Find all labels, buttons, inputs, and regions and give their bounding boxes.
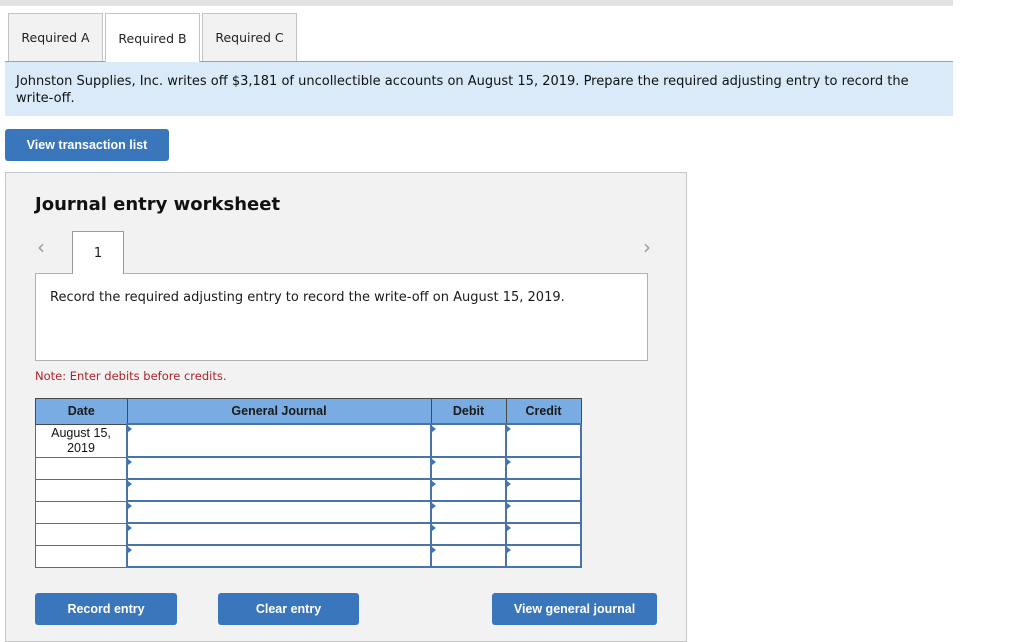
account-input[interactable] bbox=[128, 502, 430, 522]
debit-input[interactable] bbox=[432, 480, 505, 500]
debit-input[interactable] bbox=[432, 502, 505, 522]
debit-cell[interactable] bbox=[430, 522, 507, 546]
journal-entry-worksheet: Journal entry worksheet ‹ 1 › Record the… bbox=[5, 172, 687, 642]
dropdown-marker-icon bbox=[128, 426, 132, 432]
dropdown-marker-icon bbox=[128, 459, 132, 465]
dropdown-marker-icon bbox=[128, 481, 132, 487]
credit-cell[interactable] bbox=[505, 522, 582, 546]
dropdown-marker-icon bbox=[507, 459, 511, 465]
account-cell[interactable] bbox=[126, 500, 432, 524]
debit-cell[interactable] bbox=[430, 423, 507, 458]
account-input[interactable] bbox=[128, 458, 430, 478]
date-cell: August 15, 2019 bbox=[35, 423, 128, 458]
record-entry-button[interactable]: Record entry bbox=[35, 593, 177, 625]
account-cell[interactable] bbox=[126, 478, 432, 502]
credit-cell[interactable] bbox=[505, 478, 582, 502]
account-input[interactable] bbox=[128, 480, 430, 500]
credit-cell[interactable] bbox=[505, 456, 582, 480]
date-cell bbox=[35, 456, 128, 480]
credit-input[interactable] bbox=[507, 524, 580, 544]
account-input[interactable] bbox=[128, 524, 430, 544]
table-row bbox=[35, 522, 582, 546]
dropdown-marker-icon bbox=[432, 547, 436, 553]
dropdown-marker-icon bbox=[432, 503, 436, 509]
debit-input[interactable] bbox=[432, 458, 505, 478]
tab-required-b[interactable]: Required B bbox=[105, 13, 200, 62]
table-row bbox=[35, 544, 582, 568]
date-cell bbox=[35, 478, 128, 502]
account-input[interactable] bbox=[128, 546, 430, 566]
header-debit: Debit bbox=[430, 398, 507, 425]
credit-input[interactable] bbox=[507, 546, 580, 566]
credit-cell[interactable] bbox=[505, 544, 582, 568]
dropdown-marker-icon bbox=[507, 481, 511, 487]
account-cell[interactable] bbox=[126, 544, 432, 568]
date-cell bbox=[35, 522, 128, 546]
credit-input[interactable] bbox=[507, 458, 580, 478]
account-cell[interactable] bbox=[126, 456, 432, 480]
top-bar bbox=[0, 0, 953, 6]
debit-input[interactable] bbox=[432, 546, 505, 566]
clear-entry-button[interactable]: Clear entry bbox=[218, 593, 359, 625]
entry-instruction: Record the required adjusting entry to r… bbox=[35, 273, 648, 361]
journal-table: Date General Journal Debit Credit August… bbox=[35, 398, 582, 568]
chevron-right-icon[interactable]: › bbox=[643, 235, 651, 259]
entry-tab-1[interactable]: 1 bbox=[72, 231, 124, 274]
dropdown-marker-icon bbox=[507, 547, 511, 553]
credit-input[interactable] bbox=[507, 502, 580, 522]
date-cell bbox=[35, 544, 128, 568]
account-cell[interactable] bbox=[126, 522, 432, 546]
table-row: August 15, 2019 bbox=[35, 423, 582, 458]
header-date: Date bbox=[35, 398, 128, 425]
dropdown-marker-icon bbox=[128, 525, 132, 531]
date-cell bbox=[35, 500, 128, 524]
dropdown-marker-icon bbox=[128, 503, 132, 509]
dropdown-marker-icon bbox=[432, 525, 436, 531]
dropdown-marker-icon bbox=[432, 481, 436, 487]
tab-required-c[interactable]: Required C bbox=[202, 13, 297, 61]
view-transaction-list-button[interactable]: View transaction list bbox=[5, 129, 169, 161]
debit-cell[interactable] bbox=[430, 544, 507, 568]
table-row bbox=[35, 456, 582, 480]
debit-cell[interactable] bbox=[430, 500, 507, 524]
tab-required-a[interactable]: Required A bbox=[8, 13, 103, 61]
debit-input[interactable] bbox=[432, 425, 505, 456]
credit-cell[interactable] bbox=[505, 500, 582, 524]
dropdown-marker-icon bbox=[432, 459, 436, 465]
dropdown-marker-icon bbox=[507, 503, 511, 509]
dropdown-marker-icon bbox=[432, 426, 436, 432]
requirement-tabs: Required A Required B Required C bbox=[8, 13, 299, 62]
chevron-left-icon[interactable]: ‹ bbox=[37, 235, 45, 259]
view-general-journal-button[interactable]: View general journal bbox=[492, 593, 657, 625]
header-credit: Credit bbox=[505, 398, 582, 425]
header-general-journal: General Journal bbox=[126, 398, 432, 425]
debit-input[interactable] bbox=[432, 524, 505, 544]
credit-input[interactable] bbox=[507, 480, 580, 500]
question-text: Johnston Supplies, Inc. writes off $3,18… bbox=[5, 61, 953, 116]
dropdown-marker-icon bbox=[507, 525, 511, 531]
table-row bbox=[35, 478, 582, 502]
account-input[interactable] bbox=[128, 425, 430, 456]
worksheet-title: Journal entry worksheet bbox=[35, 194, 281, 215]
debit-credit-note: Note: Enter debits before credits. bbox=[35, 369, 227, 383]
credit-cell[interactable] bbox=[505, 423, 582, 458]
debit-cell[interactable] bbox=[430, 478, 507, 502]
account-cell[interactable] bbox=[126, 423, 432, 458]
debit-cell[interactable] bbox=[430, 456, 507, 480]
table-row bbox=[35, 500, 582, 524]
credit-input[interactable] bbox=[507, 425, 580, 456]
dropdown-marker-icon bbox=[128, 547, 132, 553]
dropdown-marker-icon bbox=[507, 426, 511, 432]
